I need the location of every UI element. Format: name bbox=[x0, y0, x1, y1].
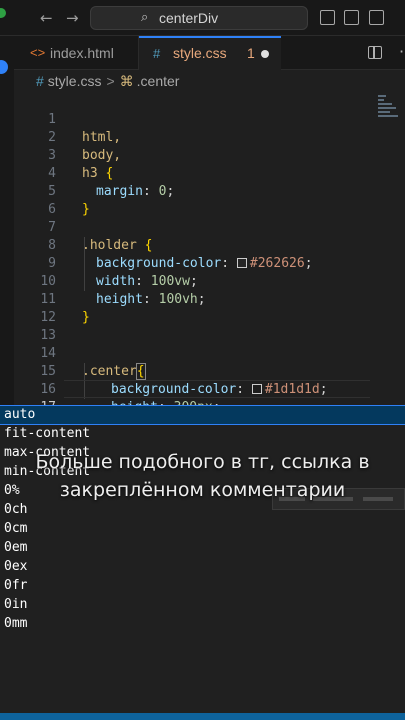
toggle-panel-icon[interactable] bbox=[344, 10, 359, 25]
problem-count-badge: 1 bbox=[247, 45, 255, 61]
css-file-icon: # bbox=[153, 46, 161, 61]
suggestion-item[interactable]: 0ex bbox=[0, 558, 405, 576]
unsaved-dot-icon[interactable] bbox=[261, 50, 269, 58]
code-line: 4 margin: 0; bbox=[48, 166, 175, 199]
suggestion-item[interactable]: 0in bbox=[0, 596, 405, 614]
command-center-search[interactable]: ⌕ centerDiv bbox=[90, 6, 308, 30]
tab-index-html[interactable]: <> index.html bbox=[14, 36, 139, 70]
title-bar: ← → ⌕ centerDiv bbox=[0, 0, 405, 36]
search-icon: ⌕ bbox=[141, 10, 149, 25]
breadcrumb: # style.css > ⌘ .center bbox=[36, 73, 179, 93]
suggestion-item[interactable]: 0mm bbox=[0, 615, 405, 633]
breadcrumb-separator: > bbox=[106, 73, 115, 89]
tab-style-css[interactable]: # style.css 1 bbox=[139, 36, 281, 70]
toggle-secondary-sidebar-icon[interactable] bbox=[369, 10, 384, 25]
code-line-current: 17 width: ; bbox=[14, 381, 374, 433]
search-text: centerDiv bbox=[159, 10, 219, 26]
code-line: 11 } bbox=[40, 292, 90, 325]
code-line: 5 } bbox=[48, 184, 90, 217]
minimap[interactable] bbox=[378, 95, 400, 125]
arrow-left-icon[interactable]: ← bbox=[40, 9, 53, 27]
code-line: 3 h3 { bbox=[48, 148, 114, 181]
suggestion-item[interactable]: auto bbox=[0, 405, 405, 425]
suggestion-item[interactable]: 0fr bbox=[0, 577, 405, 595]
html-file-icon: <> bbox=[30, 45, 46, 60]
arrow-right-icon[interactable]: → bbox=[66, 9, 79, 27]
tab-label: style.css bbox=[173, 45, 227, 61]
code-line: 1 html, bbox=[48, 112, 122, 145]
toggle-sidebar-icon[interactable] bbox=[320, 10, 335, 25]
code-line: 13 bbox=[40, 328, 56, 343]
tab-label: index.html bbox=[50, 45, 114, 61]
code-line: 6 bbox=[48, 202, 56, 217]
code-line: 10 height: 100vh; bbox=[40, 274, 206, 307]
code-line: 16 height: 300px; bbox=[40, 382, 220, 415]
split-editor-icon[interactable] bbox=[368, 46, 382, 59]
tab-bar: <> index.html # style.css 1 ··· bbox=[14, 36, 405, 70]
code-line: 2 body, bbox=[48, 130, 122, 163]
breadcrumb-symbol[interactable]: .center bbox=[137, 73, 180, 89]
suggestion-item[interactable]: 0cm bbox=[0, 520, 405, 538]
code-line: 9 width: 100vw; bbox=[48, 256, 198, 289]
caption-line-1: Больше подобного в тг, ссылка в bbox=[35, 451, 370, 473]
more-actions-icon[interactable]: ··· bbox=[399, 42, 405, 61]
code-line: 7 .holder { bbox=[48, 220, 153, 253]
suggestion-item[interactable]: 0em bbox=[0, 539, 405, 557]
code-line: 8 background-color: #262626; bbox=[48, 238, 313, 271]
breadcrumb-file[interactable]: style.css bbox=[48, 73, 102, 89]
code-line: 14 .center{ bbox=[40, 346, 146, 380]
suggestion-item[interactable]: fit-content bbox=[0, 425, 405, 443]
code-editor[interactable]: 1 html, 2 body, 3 h3 { 4 margin: 0; 5 } … bbox=[14, 93, 405, 433]
status-bar bbox=[0, 713, 405, 720]
caption-line-2: закреплённом комментарии bbox=[59, 479, 346, 501]
selector-symbol-icon: ⌘ bbox=[119, 73, 134, 89]
css-file-icon: # bbox=[36, 73, 44, 89]
code-line: 12 bbox=[40, 310, 56, 325]
activity-badge-icon[interactable] bbox=[0, 60, 8, 74]
code-line: 15 background-color: #1d1d1d; bbox=[40, 364, 328, 397]
